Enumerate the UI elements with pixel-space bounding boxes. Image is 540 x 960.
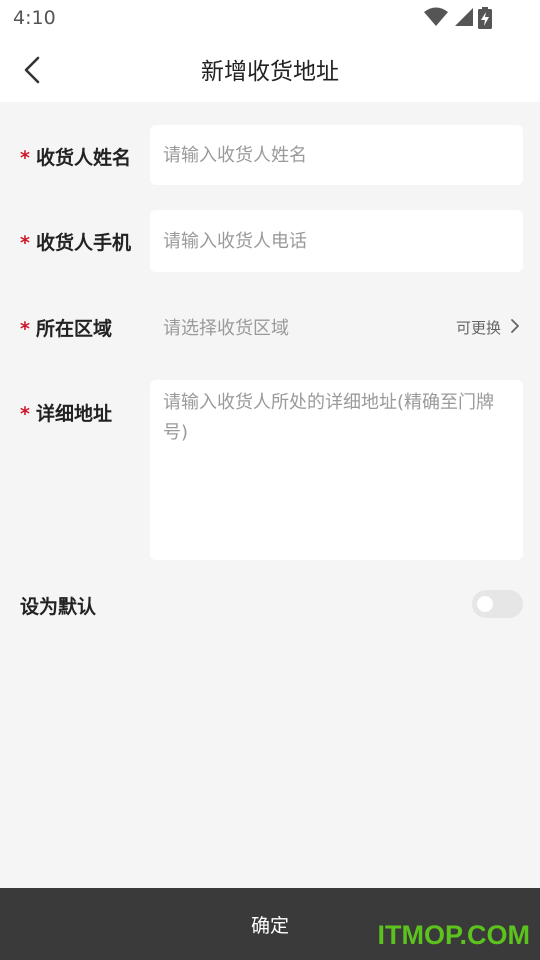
region-change-label: 可更换: [455, 319, 501, 337]
required-mark: *: [20, 147, 30, 169]
wifi-icon: [424, 7, 448, 26]
name-field: [150, 125, 523, 185]
watermark-logo: ITMOP.COM: [377, 920, 530, 950]
region-placeholder: 请选择收货区域: [163, 318, 289, 339]
phone-label-text: 收货人手机: [35, 232, 131, 254]
address-label-text: 详细地址: [35, 403, 112, 425]
region-label-text: 所在区域: [35, 318, 112, 340]
region-selector[interactable]: 请选择收货区域 可更换: [150, 304, 523, 348]
toggle-knob: [477, 596, 493, 612]
required-mark: *: [20, 232, 30, 254]
region-label: * 所在区域: [20, 314, 112, 341]
header: 新增收货地址: [0, 36, 540, 102]
name-input[interactable]: [150, 125, 523, 185]
status-bar: 4:10: [0, 0, 540, 36]
battery-charging-icon: [478, 7, 492, 29]
name-label-text: 收货人姓名: [35, 147, 131, 169]
page-title: 新增收货地址: [201, 59, 339, 85]
phone-field: [150, 210, 523, 272]
address-textarea[interactable]: [150, 380, 523, 560]
status-time: 4:10: [13, 7, 56, 29]
phone-label: * 收货人手机: [20, 228, 131, 255]
name-label: * 收货人姓名: [20, 143, 131, 170]
set-default-toggle[interactable]: [472, 590, 523, 618]
address-label: * 详细地址: [20, 399, 112, 426]
required-mark: *: [20, 403, 30, 425]
set-default-label: 设为默认: [20, 596, 97, 618]
required-mark: *: [20, 318, 30, 340]
phone-input[interactable]: [150, 210, 523, 272]
address-field: [150, 380, 523, 560]
cellular-signal-icon: [455, 8, 473, 26]
chevron-right-icon: [511, 319, 519, 333]
